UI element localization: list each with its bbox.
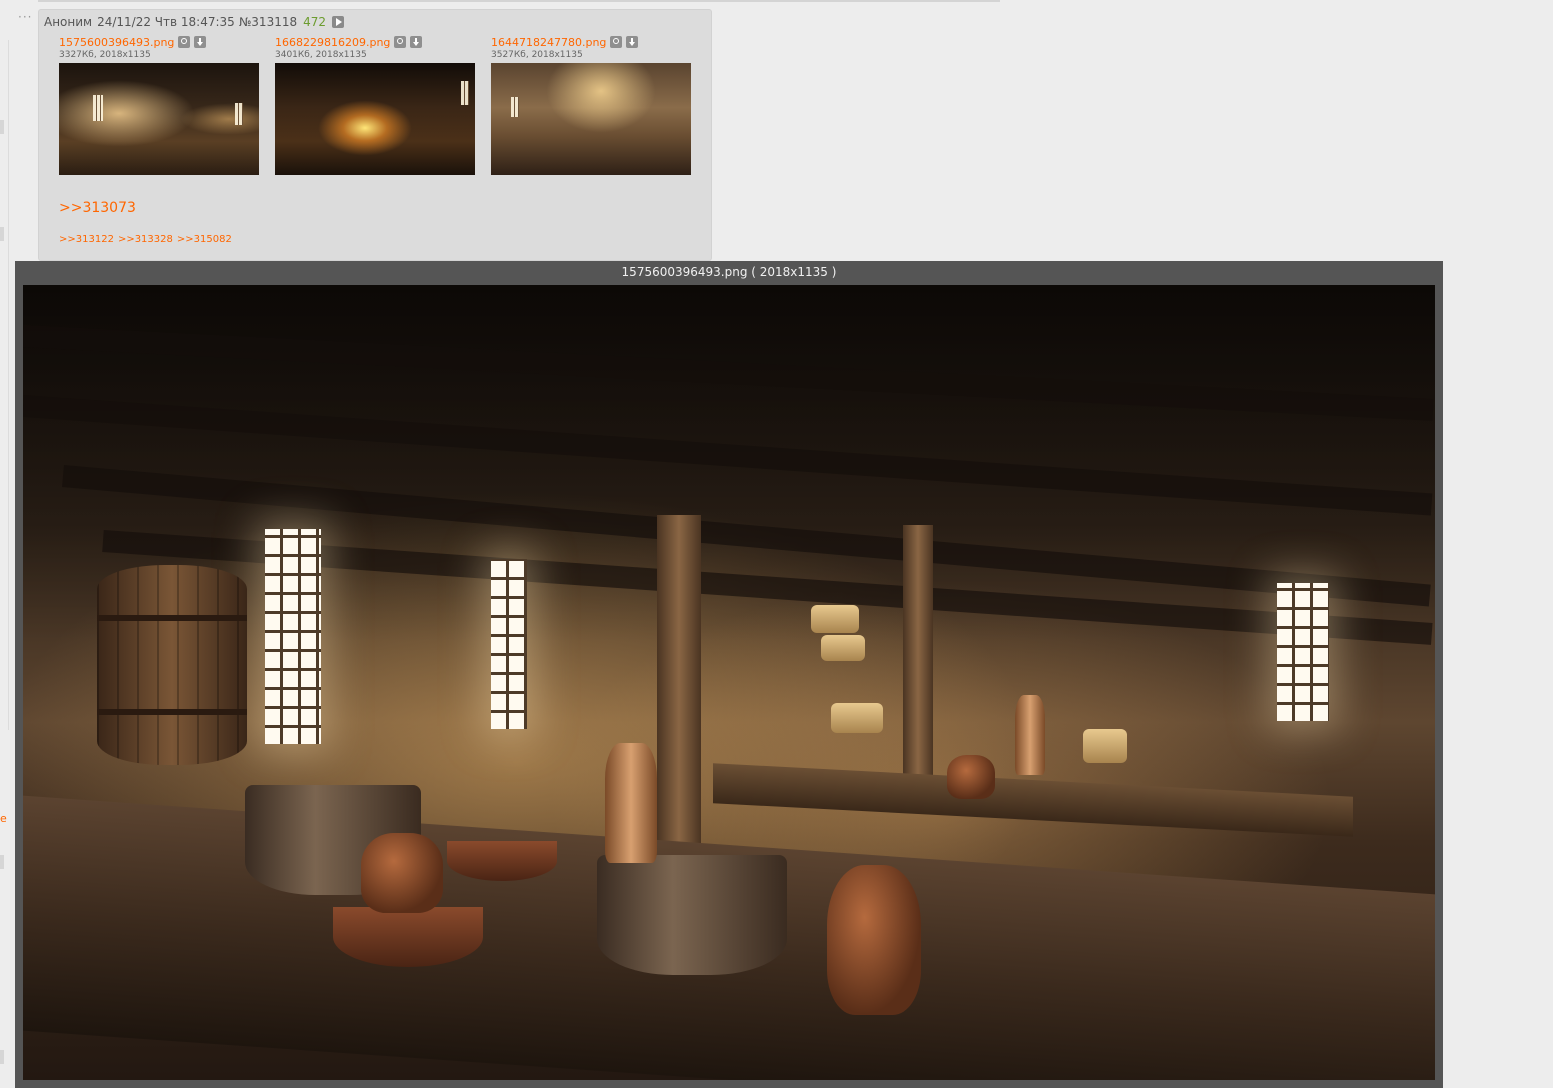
left-gutter: e [0, 0, 12, 1088]
wooden-pillar [657, 515, 701, 845]
search-icon[interactable] [394, 36, 407, 48]
post-reply-count: 472 [303, 15, 327, 29]
gutter-mark [0, 227, 4, 241]
file-thumbnail[interactable] [491, 63, 691, 175]
wooden-pillar [903, 525, 933, 785]
cut-off-link[interactable]: e [0, 812, 7, 825]
barrel [97, 565, 247, 765]
thumb-window [461, 81, 469, 105]
post-datetime: 24/11/22 Чтв 18:47:35 [97, 15, 235, 29]
file-name-link[interactable]: 1668229816209.png [275, 36, 390, 49]
expanded-image[interactable] [23, 285, 1435, 1080]
gutter-mark [0, 120, 4, 134]
file-meta: 3327Кб, 2018x1135 [59, 50, 151, 60]
window [1277, 583, 1329, 721]
post-author: Аноним [44, 15, 93, 29]
search-icon[interactable] [178, 36, 191, 48]
post-number[interactable]: №313118 [239, 15, 297, 29]
cheese [831, 703, 883, 733]
file-thumbnail[interactable] [59, 63, 259, 175]
pot [597, 855, 787, 975]
bowl [333, 907, 483, 967]
backlink[interactable]: >>313328 [118, 234, 173, 245]
file-attachment: 1644718247780.png 3527Кб, 2018x1135 [491, 35, 691, 175]
download-icon[interactable] [194, 36, 207, 48]
download-icon[interactable] [626, 36, 639, 48]
window [265, 529, 321, 744]
reply-quote-link[interactable]: >>313073 [59, 200, 136, 216]
cheese [1083, 729, 1127, 763]
image-viewer: 1575600396493.png ( 2018x1135 ) [15, 261, 1443, 1088]
viewer-title: 1575600396493.png ( 2018x1135 ) [621, 265, 837, 279]
post-header: Аноним 24/11/22 Чтв 18:47:35 №313118 472 [44, 15, 345, 29]
clay-jar [947, 755, 995, 799]
cheese [811, 605, 859, 633]
gutter-mark [0, 1050, 4, 1064]
file-meta: 3527Кб, 2018x1135 [491, 50, 583, 60]
bottle [605, 743, 657, 863]
window [491, 559, 527, 729]
backlink[interactable]: >>315082 [177, 234, 232, 245]
thumb-window [235, 103, 243, 125]
post-menu-button[interactable]: ··· [18, 10, 32, 24]
file-meta: 3401Кб, 2018x1135 [275, 50, 367, 60]
file-name-link[interactable]: 1575600396493.png [59, 36, 174, 49]
ceiling-beam [23, 325, 1434, 421]
thumb-window [511, 97, 519, 117]
file-attachment: 1668229816209.png 3401Кб, 2018x1135 [275, 35, 475, 175]
backlinks: >>313122 >>313328 >>315082 [59, 234, 232, 245]
bowl [447, 841, 557, 881]
gutter-mark [0, 855, 4, 869]
gutter-line [8, 40, 9, 730]
file-name-link[interactable]: 1644718247780.png [491, 36, 606, 49]
post: Аноним 24/11/22 Чтв 18:47:35 №313118 472… [38, 9, 712, 261]
top-divider [38, 0, 1000, 2]
clay-jar [827, 865, 921, 1015]
search-icon[interactable] [610, 36, 623, 48]
download-icon[interactable] [410, 36, 423, 48]
thumb-window [93, 95, 103, 121]
bottle [1015, 695, 1045, 775]
play-icon[interactable] [332, 16, 345, 28]
clay-jar [361, 833, 443, 913]
backlink[interactable]: >>313122 [59, 234, 114, 245]
file-attachment: 1575600396493.png 3327Кб, 2018x1135 [59, 35, 259, 175]
cheese [821, 635, 865, 661]
file-thumbnail[interactable] [275, 63, 475, 175]
